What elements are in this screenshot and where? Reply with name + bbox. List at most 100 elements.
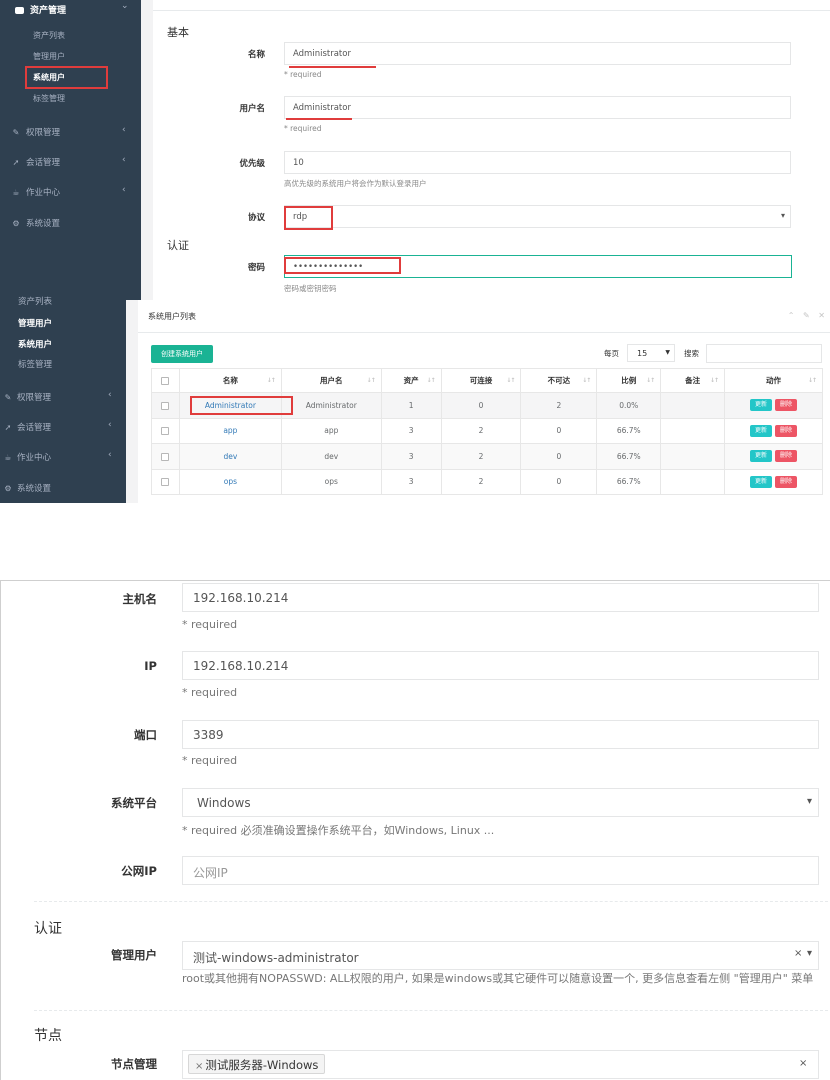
port-help: * required (182, 754, 238, 767)
user-link[interactable]: ops (224, 477, 237, 486)
search-input[interactable] (706, 344, 822, 363)
row-checkbox[interactable] (161, 478, 170, 487)
col-label: 不可达 (547, 376, 571, 385)
row-checkbox[interactable] (161, 427, 170, 436)
row-checkbox[interactable] (161, 401, 170, 410)
username-input[interactable]: Administrator (284, 96, 791, 119)
system-user-form-panel: 资产管理 ⌄ 资产列表 管理用户 系统用户 标签管理 ✎ 权限管理 ‹ ➚ 会话管理… (0, 0, 830, 300)
clear-icon[interactable]: × (799, 1058, 807, 1069)
sidebar-item-sessions[interactable]: ➚ 会话管理 (4, 421, 51, 433)
admin-user-label: 管理用户 (111, 948, 157, 962)
username-cell: app (280, 417, 382, 444)
comment-cell (660, 392, 726, 419)
search-label: 搜索 (684, 349, 699, 358)
clear-icon[interactable]: × (794, 948, 802, 959)
priority-help: 高优先级的系统用户将会作为默认登录用户 (284, 179, 427, 188)
sidebar-item-perms[interactable]: ✎ 权限管理 (4, 391, 51, 403)
rocket-icon: ➚ (4, 423, 12, 432)
highlight-box (284, 257, 401, 274)
coffee-icon: ☕ (4, 453, 12, 462)
sidebar-item-asset-list[interactable]: 资产列表 (33, 30, 65, 41)
delete-button[interactable]: 删除 (775, 424, 798, 437)
update-button[interactable]: 更新 (750, 450, 773, 463)
ratio-cell: 66.7% (596, 417, 662, 444)
admin-user-select[interactable]: 测试-windows-administrator (182, 941, 819, 970)
admin-user-help: root或其他拥有NOPASSWD: ALL权限的用户, 如果是windows或… (182, 972, 814, 985)
chevron-left-icon: ‹ (108, 420, 112, 430)
sidebar-item-jobs[interactable]: ☕ 作业中心 (12, 186, 60, 198)
name-help: * required (284, 70, 322, 79)
sidebar-item-jobs[interactable]: ☕ 作业中心 (4, 451, 51, 463)
actions-cell: 更新 删除 (724, 468, 823, 495)
actions-cell: 更新 删除 (724, 392, 823, 419)
highlight-box (25, 66, 108, 89)
table-row: Administrator Administrator 1 0 2 0.0% 更… (151, 392, 823, 419)
sidebar: 资产管理 ⌄ 资产列表 管理用户 系统用户 标签管理 ✎ 权限管理 ‹ ➚ 会话管理… (0, 0, 141, 300)
sidebar-item-settings[interactable]: ⚙ 系统设置 (12, 217, 60, 229)
divider (153, 10, 830, 11)
port-label: 端口 (134, 728, 157, 742)
col-header-assets[interactable]: 资产 ↓↑ (380, 368, 442, 393)
sidebar-item-labels[interactable]: 标签管理 (33, 93, 65, 104)
hostname-label: 主机名 (122, 592, 158, 606)
delete-button[interactable]: 删除 (775, 399, 798, 412)
name-cell: dev (178, 443, 282, 470)
user-link[interactable]: app (223, 426, 237, 435)
sidebar-item-system-users[interactable]: 系统用户 (18, 338, 52, 350)
public-ip-input[interactable]: 公网IP (182, 856, 819, 885)
col-header-connectable[interactable]: 可连接 ↓↑ (440, 368, 522, 393)
delete-button[interactable]: 删除 (775, 475, 798, 488)
sidebar-item-label: 会话管理 (26, 158, 61, 168)
section-auth-title: 认证 (167, 239, 189, 252)
sidebar-item-perms[interactable]: ✎ 权限管理 (12, 126, 60, 138)
priority-input[interactable]: 10 (284, 151, 791, 174)
sidebar-item-label: 权限管理 (26, 128, 61, 138)
create-system-user-button[interactable]: 创建系统用户 (151, 345, 213, 363)
caret-down-icon: ▾ (807, 796, 813, 807)
name-cell: app (178, 417, 282, 444)
select-all-checkbox[interactable] (161, 377, 170, 385)
sidebar-item-admin-users[interactable]: 管理用户 (33, 51, 65, 62)
ratio-cell: 66.7% (596, 443, 662, 470)
delete-button[interactable]: 删除 (775, 450, 798, 463)
hostname-input[interactable]: 192.168.10.214 (182, 583, 819, 612)
row-checkbox[interactable] (161, 452, 170, 461)
col-header-name[interactable]: 名称 ↓↑ (178, 368, 282, 393)
ip-input[interactable]: 192.168.10.214 (182, 651, 819, 680)
col-header-unreachable[interactable]: 不可达 ↓↑ (520, 368, 598, 393)
password-help: 密码或密钥密码 (284, 284, 337, 293)
page-gutter (141, 0, 153, 300)
port-input[interactable]: 3389 (182, 720, 819, 749)
sidebar-item-sessions[interactable]: ➚ 会话管理 (12, 156, 60, 168)
box-tools-icons[interactable]: ⌃ ✎ ✕ (788, 311, 828, 320)
platform-select[interactable]: Windows (182, 788, 819, 817)
public-ip-label: 公网IP (121, 864, 157, 878)
update-button[interactable]: 更新 (750, 475, 773, 488)
per-page-select[interactable]: 15 ▼ (627, 344, 675, 362)
name-input[interactable]: Administrator (284, 42, 791, 65)
col-header-actions[interactable]: 动作 ↓↑ (724, 368, 823, 393)
assets-cell: 3 (380, 468, 442, 495)
col-header-ratio[interactable]: 比例 ↓↑ (596, 368, 662, 393)
section-divider (34, 1010, 828, 1011)
remove-tag-icon[interactable]: × (195, 1061, 203, 1072)
col-header-username[interactable]: 用户名 ↓↑ (280, 368, 382, 393)
sidebar-item-asset-list[interactable]: 资产列表 (18, 295, 52, 307)
col-header-comment[interactable]: 备注 ↓↑ (660, 368, 726, 393)
name-label: 名称 (247, 50, 265, 60)
update-button[interactable]: 更新 (750, 399, 773, 412)
user-link[interactable]: dev (223, 452, 237, 461)
sort-icon: ↓↑ (266, 377, 276, 384)
box-title: 系统用户列表 (148, 312, 196, 321)
update-button[interactable]: 更新 (750, 424, 773, 437)
sidebar-item-label: 权限管理 (17, 393, 52, 403)
protocol-select[interactable]: rdp (284, 205, 791, 228)
assets-cell: 3 (380, 443, 442, 470)
col-label: 用户名 (320, 376, 343, 385)
sidebar-group-label: 资产管理 (30, 6, 67, 16)
sidebar-item-settings[interactable]: ⚙ 系统设置 (4, 482, 51, 494)
sidebar-item-labels[interactable]: 标签管理 (18, 358, 52, 370)
sidebar-item-admin-users[interactable]: 管理用户 (18, 317, 52, 329)
node-tag-label: 测试服务器-Windows (205, 1058, 319, 1072)
sidebar-group-assets[interactable]: 资产管理 (15, 3, 66, 16)
